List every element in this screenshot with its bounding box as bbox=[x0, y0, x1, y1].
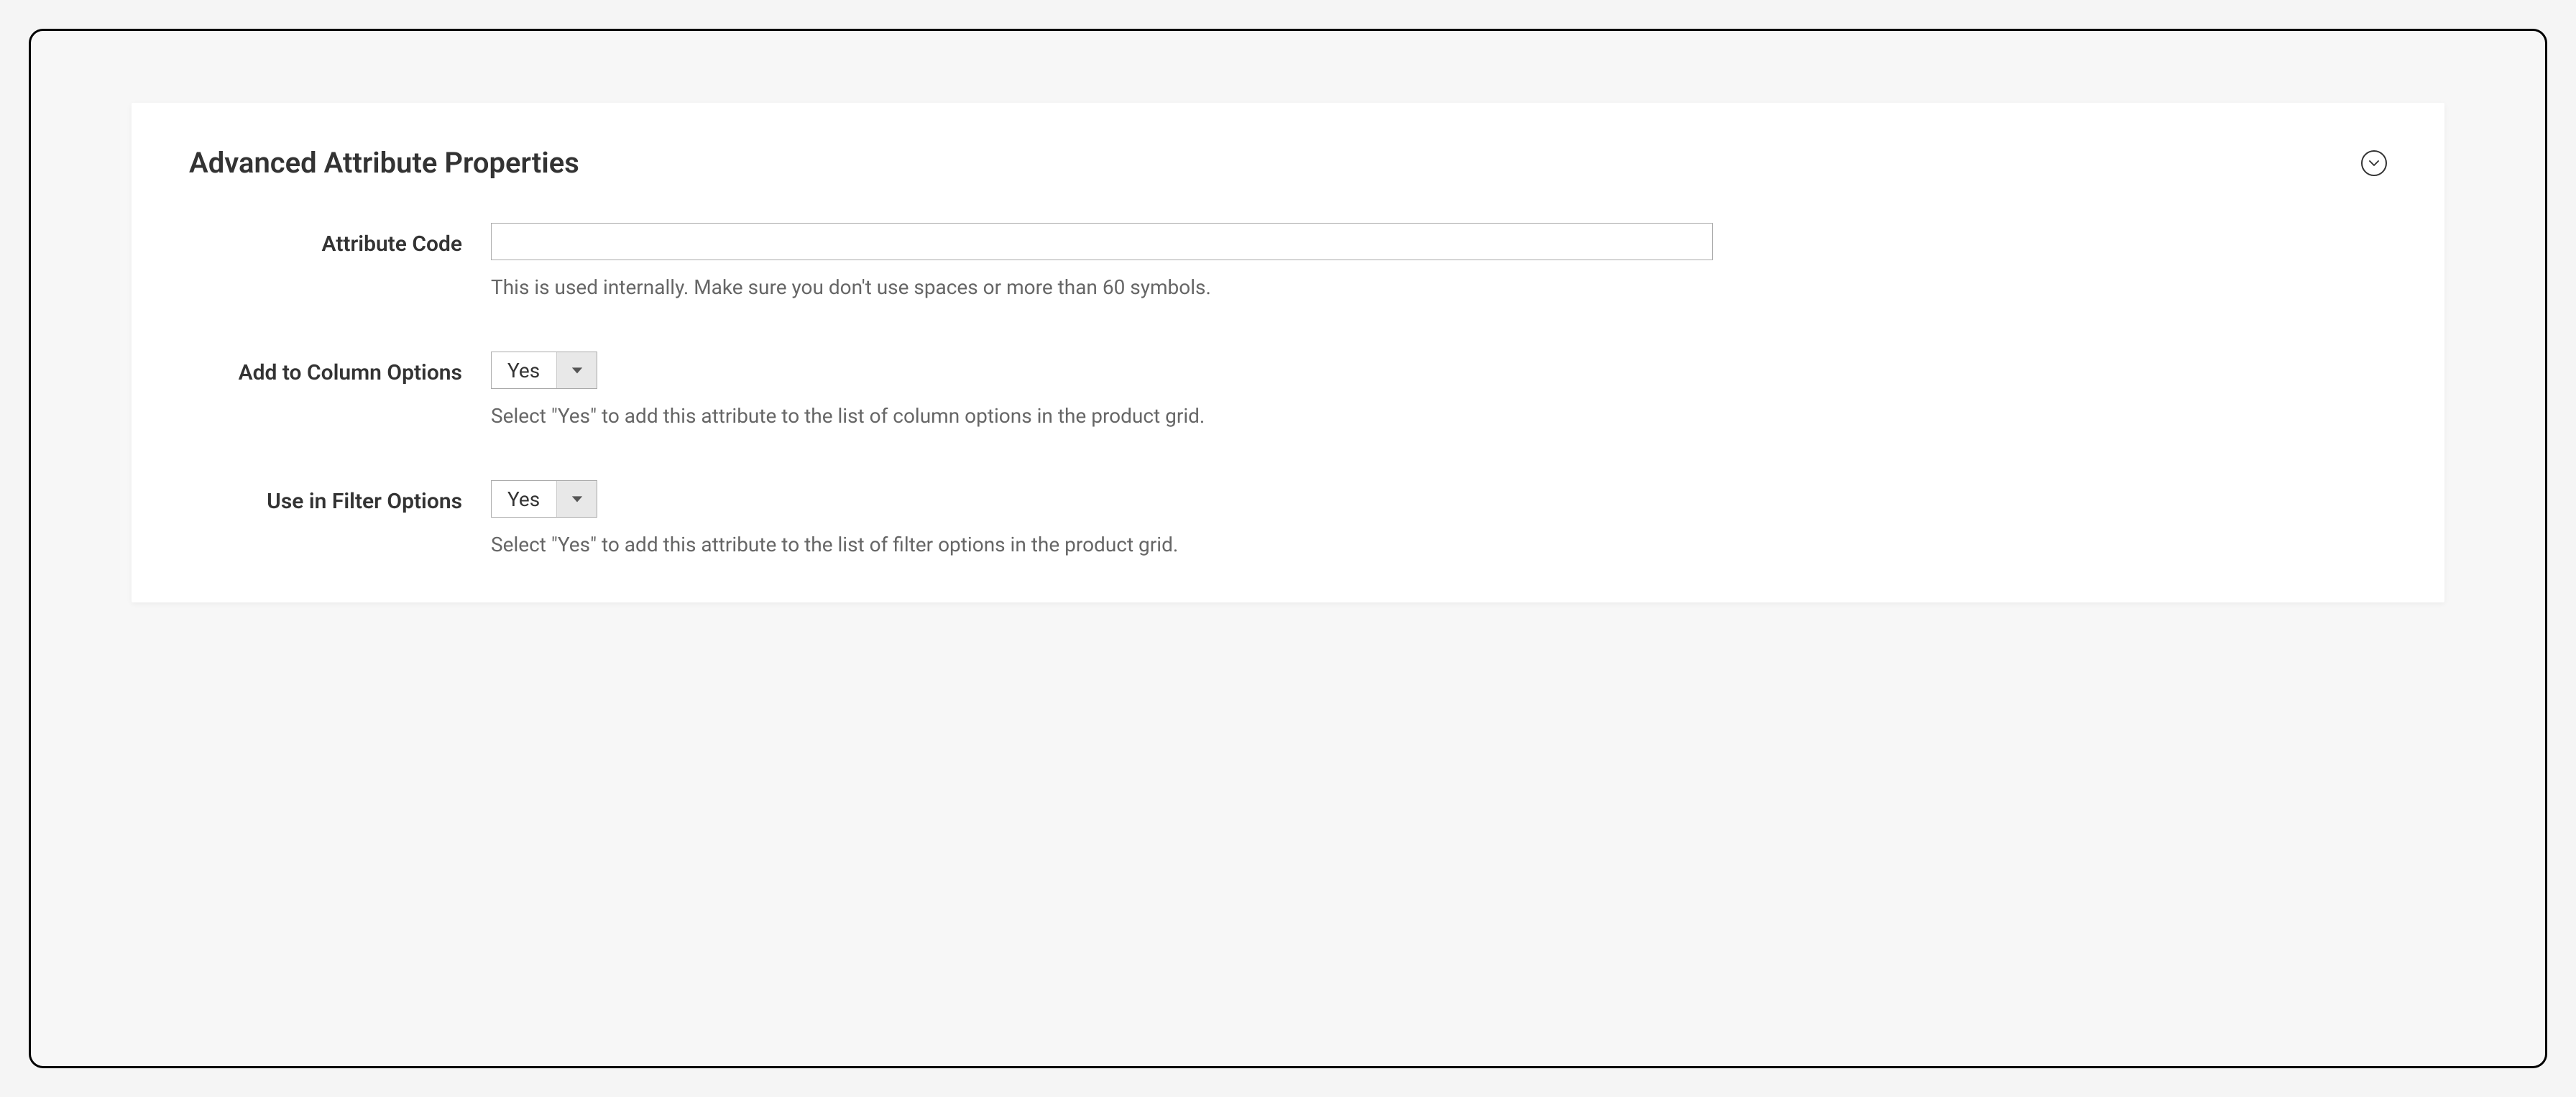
field-row-attribute-code: Attribute Code This is used internally. … bbox=[189, 223, 2387, 301]
panel-title: Advanced Attribute Properties bbox=[189, 146, 579, 180]
attribute-code-input[interactable] bbox=[491, 223, 1713, 260]
use-in-filter-select[interactable]: Yes bbox=[491, 480, 597, 518]
chevron-down-icon bbox=[2368, 157, 2380, 170]
add-to-column-select[interactable]: Yes bbox=[491, 352, 597, 389]
use-in-filter-help: Select "Yes" to add this attribute to th… bbox=[491, 531, 2387, 559]
use-in-filter-value: Yes bbox=[492, 481, 556, 517]
field-label-col: Use in Filter Options bbox=[189, 480, 491, 517]
attribute-code-help: This is used internally. Make sure you d… bbox=[491, 273, 2387, 301]
field-label-col: Add to Column Options bbox=[189, 352, 491, 388]
advanced-attribute-panel: Advanced Attribute Properties Attribute … bbox=[132, 103, 2444, 602]
field-input-col: This is used internally. Make sure you d… bbox=[491, 223, 2387, 301]
dropdown-arrow-icon bbox=[556, 352, 597, 388]
attribute-code-label: Attribute Code bbox=[322, 230, 462, 260]
add-to-column-help: Select "Yes" to add this attribute to th… bbox=[491, 402, 2387, 430]
collapse-toggle[interactable] bbox=[2361, 150, 2387, 176]
add-to-column-label: Add to Column Options bbox=[239, 359, 462, 388]
field-input-col: Yes Select "Yes" to add this attribute t… bbox=[491, 352, 2387, 430]
field-label-col: Attribute Code bbox=[189, 223, 491, 260]
field-input-col: Yes Select "Yes" to add this attribute t… bbox=[491, 480, 2387, 559]
use-in-filter-label: Use in Filter Options bbox=[267, 487, 462, 517]
field-row-add-to-column: Add to Column Options Yes Select "Yes" t… bbox=[189, 352, 2387, 430]
panel-header: Advanced Attribute Properties bbox=[189, 146, 2387, 180]
add-to-column-value: Yes bbox=[492, 352, 556, 388]
page-container: Advanced Attribute Properties Attribute … bbox=[29, 29, 2547, 1068]
field-row-use-in-filter: Use in Filter Options Yes Select "Yes" t… bbox=[189, 480, 2387, 559]
dropdown-arrow-icon bbox=[556, 481, 597, 517]
